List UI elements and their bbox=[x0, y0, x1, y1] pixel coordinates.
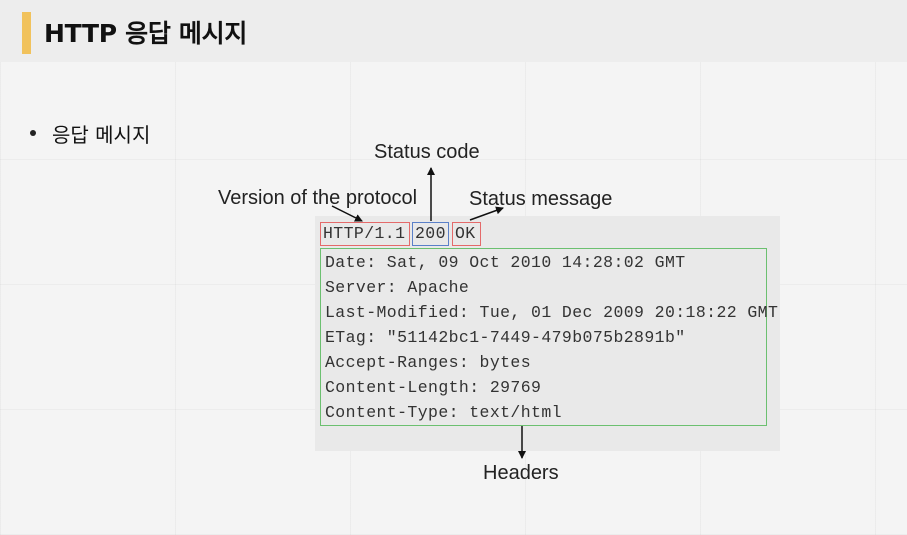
arrow-status-message bbox=[469, 206, 504, 221]
annotation-arrows bbox=[331, 167, 526, 459]
arrow-version bbox=[331, 205, 363, 222]
